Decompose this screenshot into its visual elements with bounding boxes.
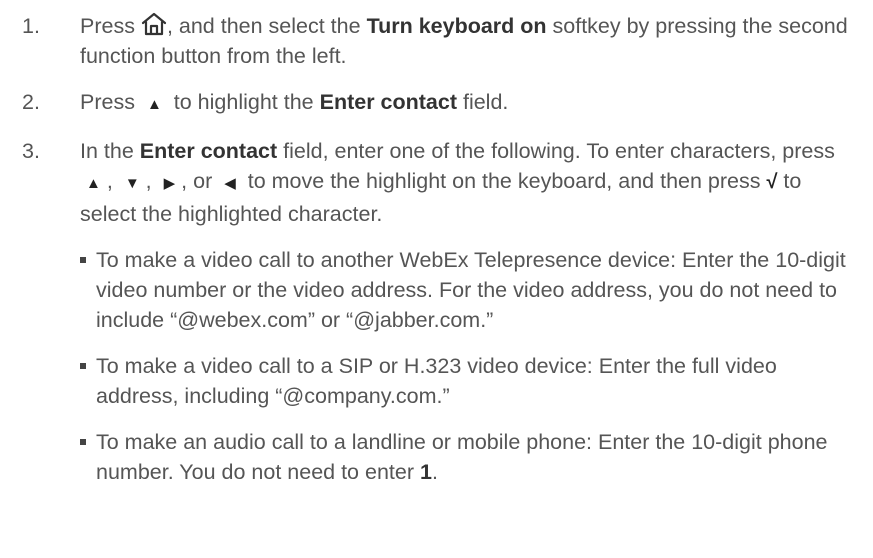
bullet-item: To make a video call to another WebEx Te… xyxy=(80,245,862,335)
softkey-name: Turn keyboard on xyxy=(366,14,547,38)
field-name: Enter contact xyxy=(319,90,457,114)
left-arrow-icon: ◀ xyxy=(224,175,236,192)
step-text: Press , and then select the Turn keyboar… xyxy=(80,11,848,68)
text-segment: to move the highlight on the keyboard, a… xyxy=(241,169,767,193)
bullet-marker xyxy=(80,439,86,445)
bullet-marker xyxy=(80,363,86,369)
step-text: Press ▲ to highlight the Enter contact f… xyxy=(80,90,508,114)
step-number: 1. xyxy=(22,14,40,38)
bullet-text: To make a video call to a SIP or H.323 v… xyxy=(96,354,777,408)
separator: , xyxy=(145,169,158,193)
separator: , xyxy=(106,169,119,193)
text-segment: field. xyxy=(457,90,509,114)
right-arrow-icon: ▶ xyxy=(163,175,176,192)
home-icon xyxy=(141,11,167,41)
field-name: Enter contact xyxy=(139,139,278,163)
bullet-text: To make an audio call to a landline or m… xyxy=(96,430,827,484)
step-3: 3. In the Enter contact field, enter one… xyxy=(22,136,862,487)
steps-list: 1. Press , and then select the Turn keyb… xyxy=(22,11,862,503)
bullet-list: To make a video call to another WebEx Te… xyxy=(80,245,862,487)
text-segment: to highlight the xyxy=(167,90,320,114)
separator: , or xyxy=(181,169,219,193)
text-segment: Press xyxy=(80,90,141,114)
bullet-item: To make a video call to a SIP or H.323 v… xyxy=(80,351,862,411)
text-segment: To make an audio call to a landline or m… xyxy=(96,430,828,484)
step-text: In the Enter contact field, enter one of… xyxy=(80,139,835,226)
down-arrow-icon: ▼ xyxy=(124,175,140,192)
instructions-page: 1. Press , and then select the Turn keyb… xyxy=(0,0,873,558)
text-segment: . xyxy=(431,460,438,484)
text-segment: Press xyxy=(80,14,141,38)
step-1: 1. Press , and then select the Turn keyb… xyxy=(22,11,862,71)
digit-emphasis: 1 xyxy=(419,460,432,484)
step-2: 2. Press ▲ to highlight the Enter contac… xyxy=(22,87,862,120)
text-segment: , and then select the xyxy=(166,14,367,38)
bullet-item: To make an audio call to a landline or m… xyxy=(80,427,862,487)
step-number: 2. xyxy=(22,90,40,114)
text-segment: In the xyxy=(80,139,140,163)
bullet-text: To make a video call to another WebEx Te… xyxy=(96,248,846,332)
checkmark-icon: √ xyxy=(766,171,778,193)
step-number: 3. xyxy=(22,139,40,163)
up-arrow-icon: ▲ xyxy=(146,96,162,113)
bullet-marker xyxy=(80,257,86,263)
text-segment: field, enter one of the following. To en… xyxy=(277,139,835,163)
up-arrow-icon: ▲ xyxy=(86,175,101,192)
